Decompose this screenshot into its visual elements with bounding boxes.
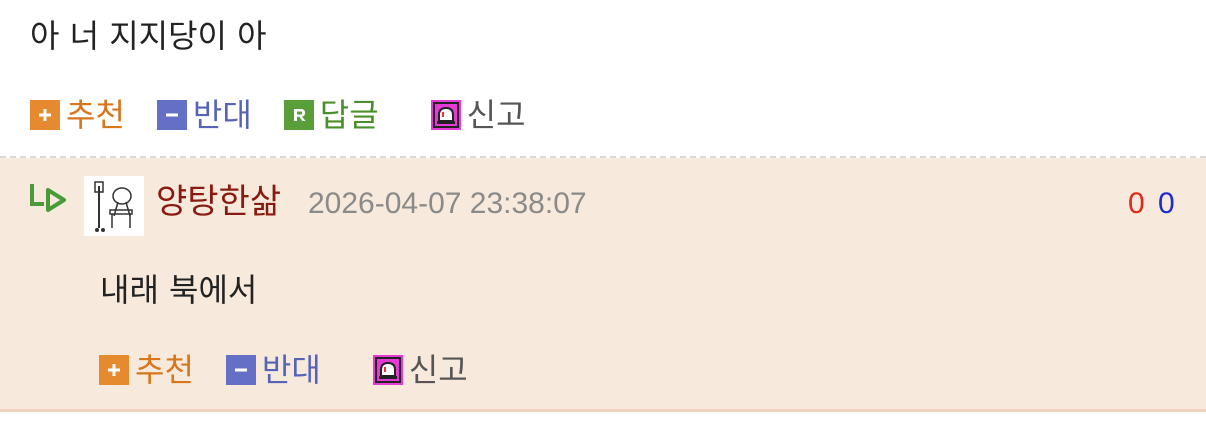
recommend-button[interactable]: 추천	[99, 350, 194, 390]
oppose-button[interactable]: 반대	[156, 95, 252, 135]
minus-icon	[225, 355, 256, 385]
upvote-count: 0	[1128, 187, 1145, 220]
minus-icon	[156, 100, 187, 130]
reply-text: 내래 북에서	[100, 271, 258, 309]
comment-text: 아 너 지지당이 아	[30, 17, 267, 55]
recommend-label: 추천	[135, 351, 194, 389]
avatar[interactable]	[84, 176, 144, 236]
timestamp: 2026-04-07 23:38:07	[308, 187, 587, 220]
report-label: 신고	[408, 351, 468, 389]
reply-r-icon	[283, 100, 314, 130]
report-button[interactable]: 신고	[430, 95, 526, 135]
reply-label: 답글	[319, 96, 379, 134]
recommend-button[interactable]: 추천	[30, 95, 125, 135]
downvote-count: 0	[1158, 187, 1175, 220]
reply-arrow-icon	[30, 184, 66, 212]
report-button[interactable]: 신고	[372, 350, 468, 390]
oppose-label: 반대	[192, 96, 252, 134]
oppose-label: 반대	[261, 351, 321, 389]
nickname[interactable]: 양탕한삶	[156, 180, 281, 224]
siren-icon	[430, 100, 461, 130]
plus-icon	[30, 100, 60, 130]
plus-icon	[99, 355, 129, 385]
report-label: 신고	[466, 96, 526, 134]
reply-actions: 추천 반대 신고	[99, 348, 500, 392]
oppose-button[interactable]: 반대	[225, 350, 321, 390]
reply-button[interactable]: 답글	[283, 95, 379, 135]
comment-actions: 추천 반대 답글 신고	[30, 93, 558, 137]
recommend-label: 추천	[66, 96, 125, 134]
comment: 아 너 지지당이 아 추천 반대 답글 신고	[0, 0, 1206, 157]
siren-icon	[372, 355, 403, 385]
